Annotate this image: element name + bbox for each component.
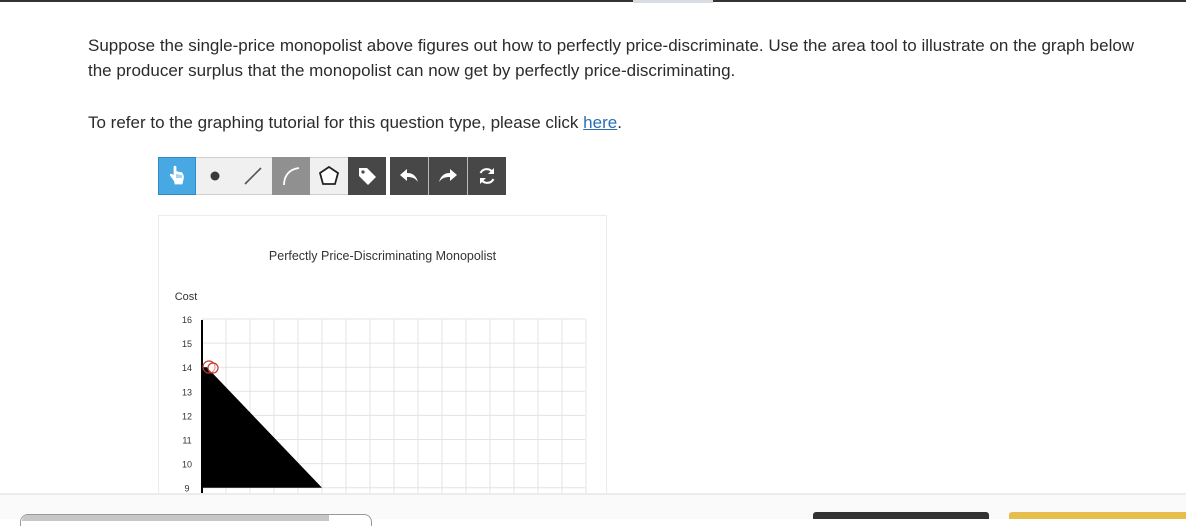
redo-button[interactable] — [429, 157, 467, 195]
y-tick-labels: 161514131211109 — [182, 315, 192, 494]
top-border — [0, 0, 1186, 2]
y-tick-label: 13 — [182, 387, 192, 397]
reset-button[interactable] — [468, 157, 506, 195]
top-tab-indicator — [633, 0, 713, 3]
label-tool-button[interactable] — [348, 157, 386, 195]
y-tick-label: 14 — [182, 363, 192, 373]
y-tick-label: 16 — [182, 315, 192, 325]
y-tick-label: 15 — [182, 339, 192, 349]
question-text: Suppose the single-price monopolist abov… — [88, 36, 1135, 80]
y-tick-label: 11 — [182, 436, 191, 446]
area-tool-button[interactable] — [310, 157, 348, 195]
producer-surplus-area[interactable] — [202, 367, 322, 488]
y-tick-label: 10 — [182, 460, 192, 470]
graph-panel[interactable]: Perfectly Price-Discriminating Monopolis… — [158, 215, 607, 500]
y-axis-label: Cost — [175, 291, 198, 303]
tutorial-link[interactable]: here — [583, 113, 617, 132]
area-vertex-handle[interactable] — [207, 362, 219, 374]
primary-action-button[interactable] — [1009, 512, 1186, 519]
tutorial-text: To refer to the graphing tutorial for th… — [88, 110, 622, 135]
polygon-area-icon — [318, 165, 340, 185]
tag-icon — [359, 168, 376, 185]
line-icon — [244, 167, 262, 185]
redo-arrow-icon — [439, 169, 457, 182]
y-tick-label: 12 — [182, 411, 192, 421]
tutorial-suffix: . — [617, 113, 622, 132]
hand-pointer-icon — [169, 165, 184, 185]
undo-button[interactable] — [390, 157, 428, 195]
curve-icon — [283, 167, 300, 186]
secondary-action-button[interactable] — [813, 512, 989, 519]
graph-canvas[interactable]: Cost 161514131211109 — [159, 216, 606, 499]
line-tool-button[interactable] — [234, 157, 272, 195]
select-tool-button[interactable] — [158, 157, 196, 195]
point-icon — [210, 171, 220, 181]
progress-fill — [22, 515, 329, 521]
tutorial-prefix: To refer to the graphing tutorial for th… — [88, 113, 584, 132]
refresh-icon — [479, 168, 495, 184]
undo-arrow-icon — [400, 169, 418, 182]
point-tool-button[interactable] — [196, 157, 234, 195]
graph-toolbar — [158, 157, 506, 195]
curve-tool-button[interactable] — [272, 157, 310, 195]
